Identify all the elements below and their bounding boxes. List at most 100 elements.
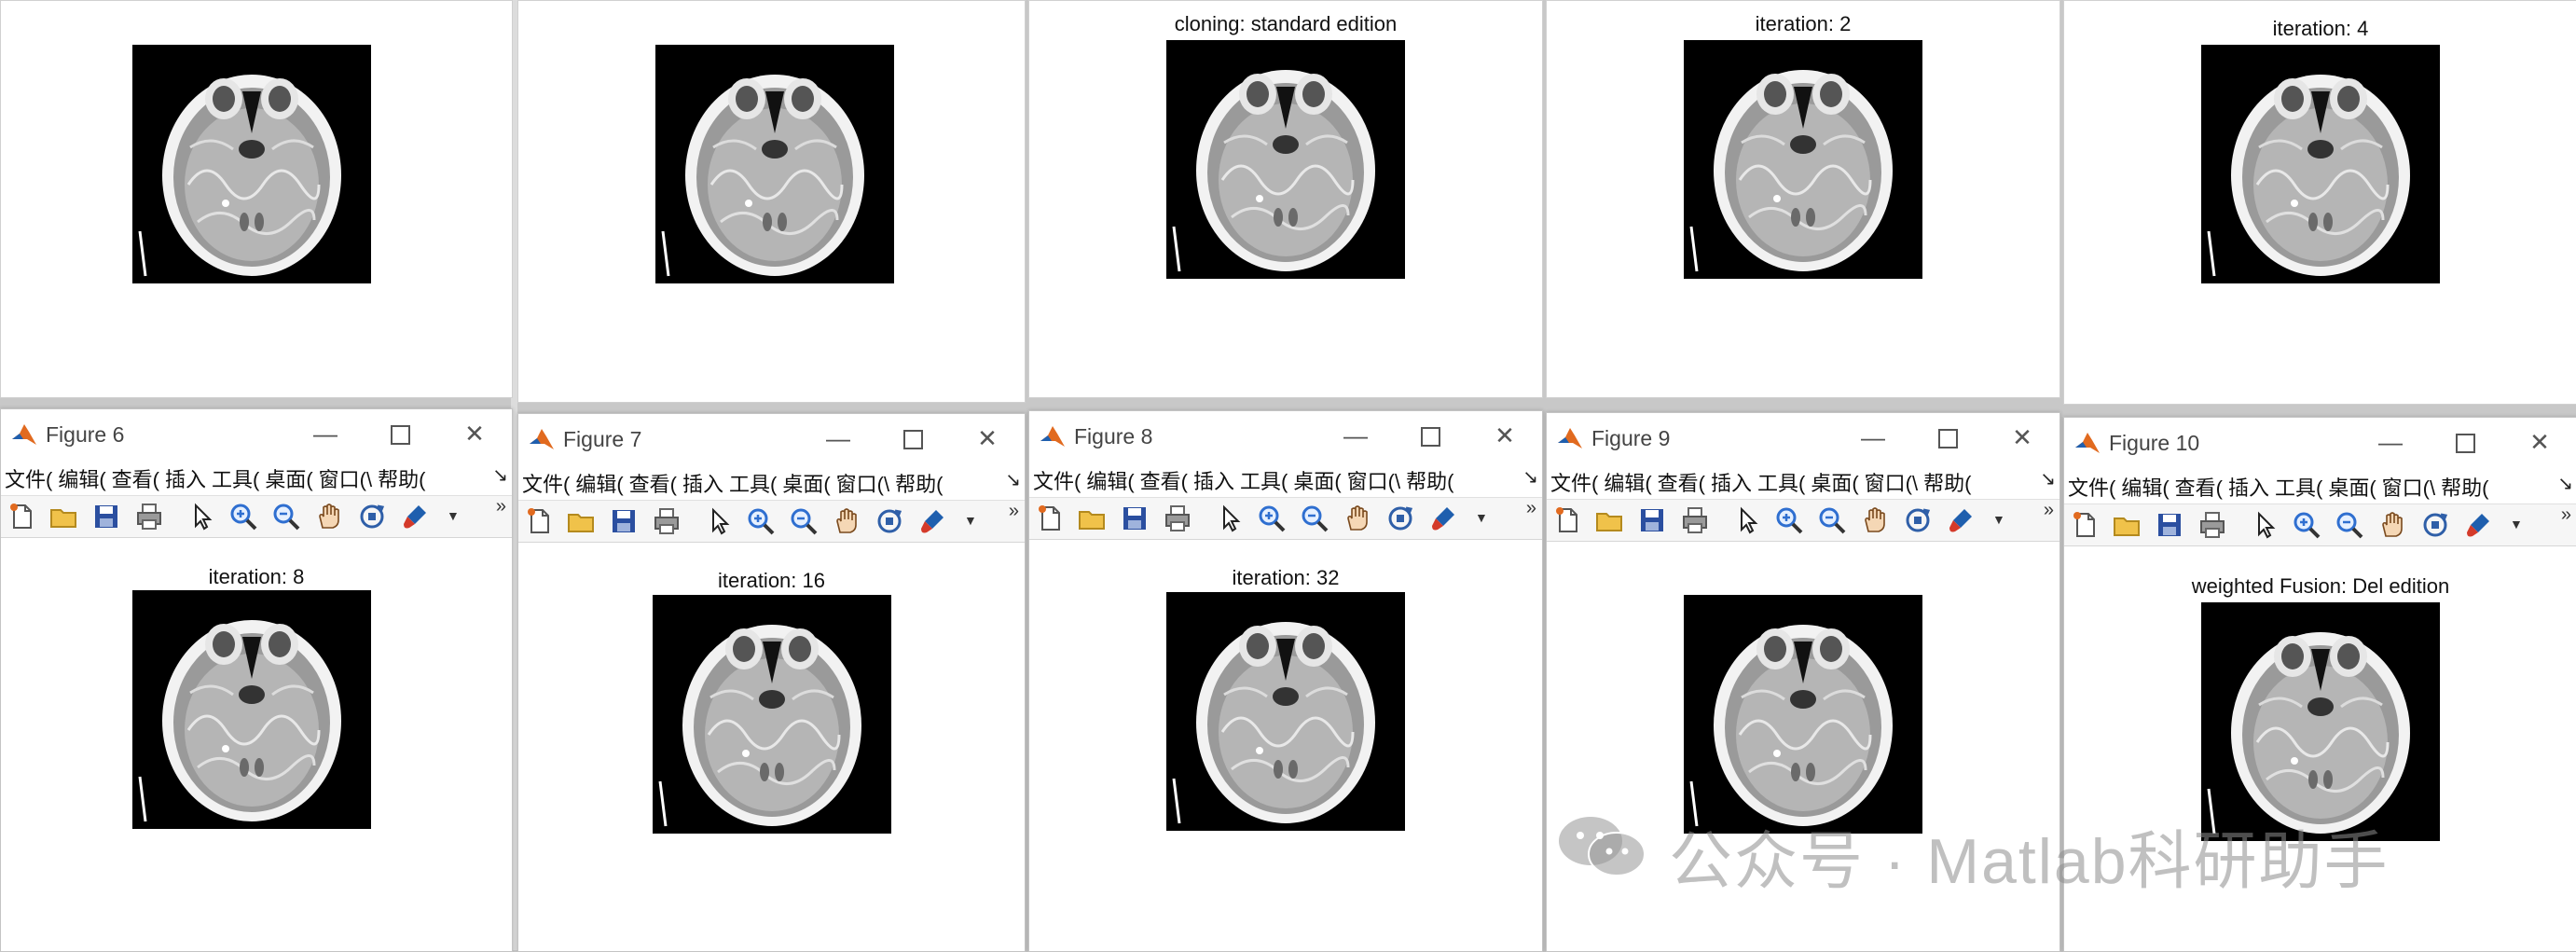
minimize-button[interactable]: — (307, 417, 344, 450)
zoom-in-icon[interactable] (228, 502, 258, 531)
brush-dropdown-icon[interactable]: ▼ (2510, 517, 2523, 531)
menu-item-1[interactable]: 文件( (1547, 463, 1600, 497)
menu-item-4[interactable]: 插入 (1707, 463, 1754, 497)
pan-hand-icon[interactable] (314, 502, 344, 531)
close-button[interactable]: ✕ (2004, 421, 2041, 454)
zoom-out-icon[interactable] (2335, 510, 2364, 540)
save-icon[interactable] (1120, 504, 1150, 533)
title-bar[interactable]: Figure 8 — ✕ (1029, 411, 1542, 460)
zoom-out-icon[interactable] (271, 502, 301, 531)
menu-item-8[interactable]: 帮助( (374, 460, 427, 493)
toolbar-overflow-icon[interactable]: » (496, 496, 506, 517)
new-figure-icon[interactable] (2070, 510, 2100, 540)
menu-item-3[interactable]: 查看( (626, 464, 679, 498)
maximize-button[interactable] (1412, 419, 1449, 452)
pan-hand-icon[interactable] (832, 506, 861, 536)
data-brush-icon[interactable] (1428, 504, 1458, 533)
pointer-icon[interactable] (2250, 510, 2280, 540)
maximize-button[interactable] (381, 417, 419, 450)
open-file-icon[interactable] (1077, 504, 1107, 533)
print-icon[interactable] (134, 502, 164, 531)
menu-item-3[interactable]: 查看( (108, 460, 161, 493)
new-figure-icon[interactable] (524, 506, 554, 536)
menu-item-4[interactable]: 插入 (161, 460, 208, 493)
print-icon[interactable] (2197, 510, 2227, 540)
zoom-in-icon[interactable] (746, 506, 776, 536)
menu-overflow-icon[interactable]: ↘ (1522, 465, 1538, 489)
brush-dropdown-icon[interactable]: ▼ (447, 508, 460, 523)
menu-item-2[interactable]: 编辑( (54, 460, 107, 493)
open-file-icon[interactable] (48, 502, 78, 531)
menu-item-8[interactable]: 帮助( (1920, 463, 1973, 497)
menu-item-6[interactable]: 桌面( (2324, 468, 2377, 502)
pointer-icon[interactable] (1215, 504, 1245, 533)
maximize-button[interactable] (894, 421, 931, 455)
minimize-button[interactable]: — (1337, 419, 1374, 452)
menu-item-2[interactable]: 编辑( (2117, 468, 2170, 502)
menu-item-7[interactable]: 窗口(\ (1343, 462, 1402, 495)
data-brush-icon[interactable] (1946, 505, 1976, 535)
data-brush-icon[interactable] (2463, 510, 2493, 540)
toolbar-overflow-icon[interactable]: » (2044, 500, 2054, 521)
close-button[interactable]: ✕ (969, 421, 1006, 455)
brush-dropdown-icon[interactable]: ▼ (964, 513, 977, 528)
save-icon[interactable] (609, 506, 639, 536)
data-brush-icon[interactable] (400, 502, 430, 531)
menu-item-1[interactable]: 文件( (1, 460, 54, 493)
print-icon[interactable] (652, 506, 682, 536)
print-icon[interactable] (1680, 505, 1710, 535)
data-brush-icon[interactable] (917, 506, 947, 536)
menu-item-1[interactable]: 文件( (518, 464, 572, 498)
close-button[interactable]: ✕ (456, 417, 493, 450)
save-icon[interactable] (2155, 510, 2184, 540)
title-bar[interactable]: Figure 9 — ✕ (1547, 413, 2059, 462)
zoom-out-icon[interactable] (1817, 505, 1847, 535)
menu-item-8[interactable]: 帮助( (2437, 468, 2490, 502)
toolbar-overflow-icon[interactable]: » (1526, 498, 1536, 519)
menu-item-7[interactable]: 窗口(\ (2378, 468, 2437, 502)
new-figure-icon[interactable] (1552, 505, 1582, 535)
minimize-button[interactable]: — (2372, 425, 2409, 459)
menu-item-4[interactable]: 插入 (679, 464, 725, 498)
menu-item-6[interactable]: 桌面( (778, 464, 832, 498)
toolbar-overflow-icon[interactable]: » (2561, 504, 2571, 526)
menu-item-3[interactable]: 查看( (1136, 462, 1190, 495)
menu-item-6[interactable]: 桌面( (1807, 463, 1860, 497)
menu-item-5[interactable]: 工具( (725, 464, 778, 498)
menu-item-5[interactable]: 工具( (1236, 462, 1289, 495)
menu-item-4[interactable]: 插入 (1190, 462, 1236, 495)
maximize-button[interactable] (2446, 425, 2484, 459)
new-figure-icon[interactable] (1035, 504, 1065, 533)
pan-hand-icon[interactable] (1343, 504, 1372, 533)
menu-item-7[interactable]: 窗口(\ (315, 460, 374, 493)
print-icon[interactable] (1163, 504, 1192, 533)
zoom-in-icon[interactable] (1257, 504, 1287, 533)
menu-item-8[interactable]: 帮助( (891, 464, 944, 498)
menu-overflow-icon[interactable]: ↘ (1005, 468, 1021, 491)
menu-item-1[interactable]: 文件( (1029, 462, 1082, 495)
new-figure-icon[interactable] (7, 502, 36, 531)
pointer-icon[interactable] (1732, 505, 1762, 535)
menu-item-7[interactable]: 窗口(\ (833, 464, 891, 498)
toolbar-overflow-icon[interactable]: » (1009, 501, 1019, 522)
menu-item-3[interactable]: 查看( (1654, 463, 1707, 497)
title-bar[interactable]: Figure 6 — ✕ (1, 409, 512, 458)
menu-item-3[interactable]: 查看( (2171, 468, 2225, 502)
menu-item-6[interactable]: 桌面( (1289, 462, 1343, 495)
zoom-out-icon[interactable] (1300, 504, 1329, 533)
figure-window-figure-7[interactable]: Figure 7 — ✕ 文件(编辑(查看(插入 工具(桌面(窗口(\ 帮助(↘ ▼» i… (517, 413, 1026, 952)
menu-item-7[interactable]: 窗口(\ (1861, 463, 1920, 497)
open-file-icon[interactable] (2112, 510, 2142, 540)
title-bar[interactable]: Figure 7 — ✕ (518, 414, 1025, 462)
zoom-out-icon[interactable] (789, 506, 819, 536)
open-file-icon[interactable] (566, 506, 596, 536)
pan-hand-icon[interactable] (1860, 505, 1890, 535)
menu-item-2[interactable]: 编辑( (572, 464, 625, 498)
menu-item-2[interactable]: 编辑( (1600, 463, 1653, 497)
save-icon[interactable] (1637, 505, 1667, 535)
brush-dropdown-icon[interactable]: ▼ (1992, 512, 2005, 527)
pointer-icon[interactable] (186, 502, 216, 531)
rotate-3d-icon[interactable] (1385, 504, 1415, 533)
menu-item-1[interactable]: 文件( (2064, 468, 2117, 502)
menu-item-8[interactable]: 帮助( (1402, 462, 1455, 495)
